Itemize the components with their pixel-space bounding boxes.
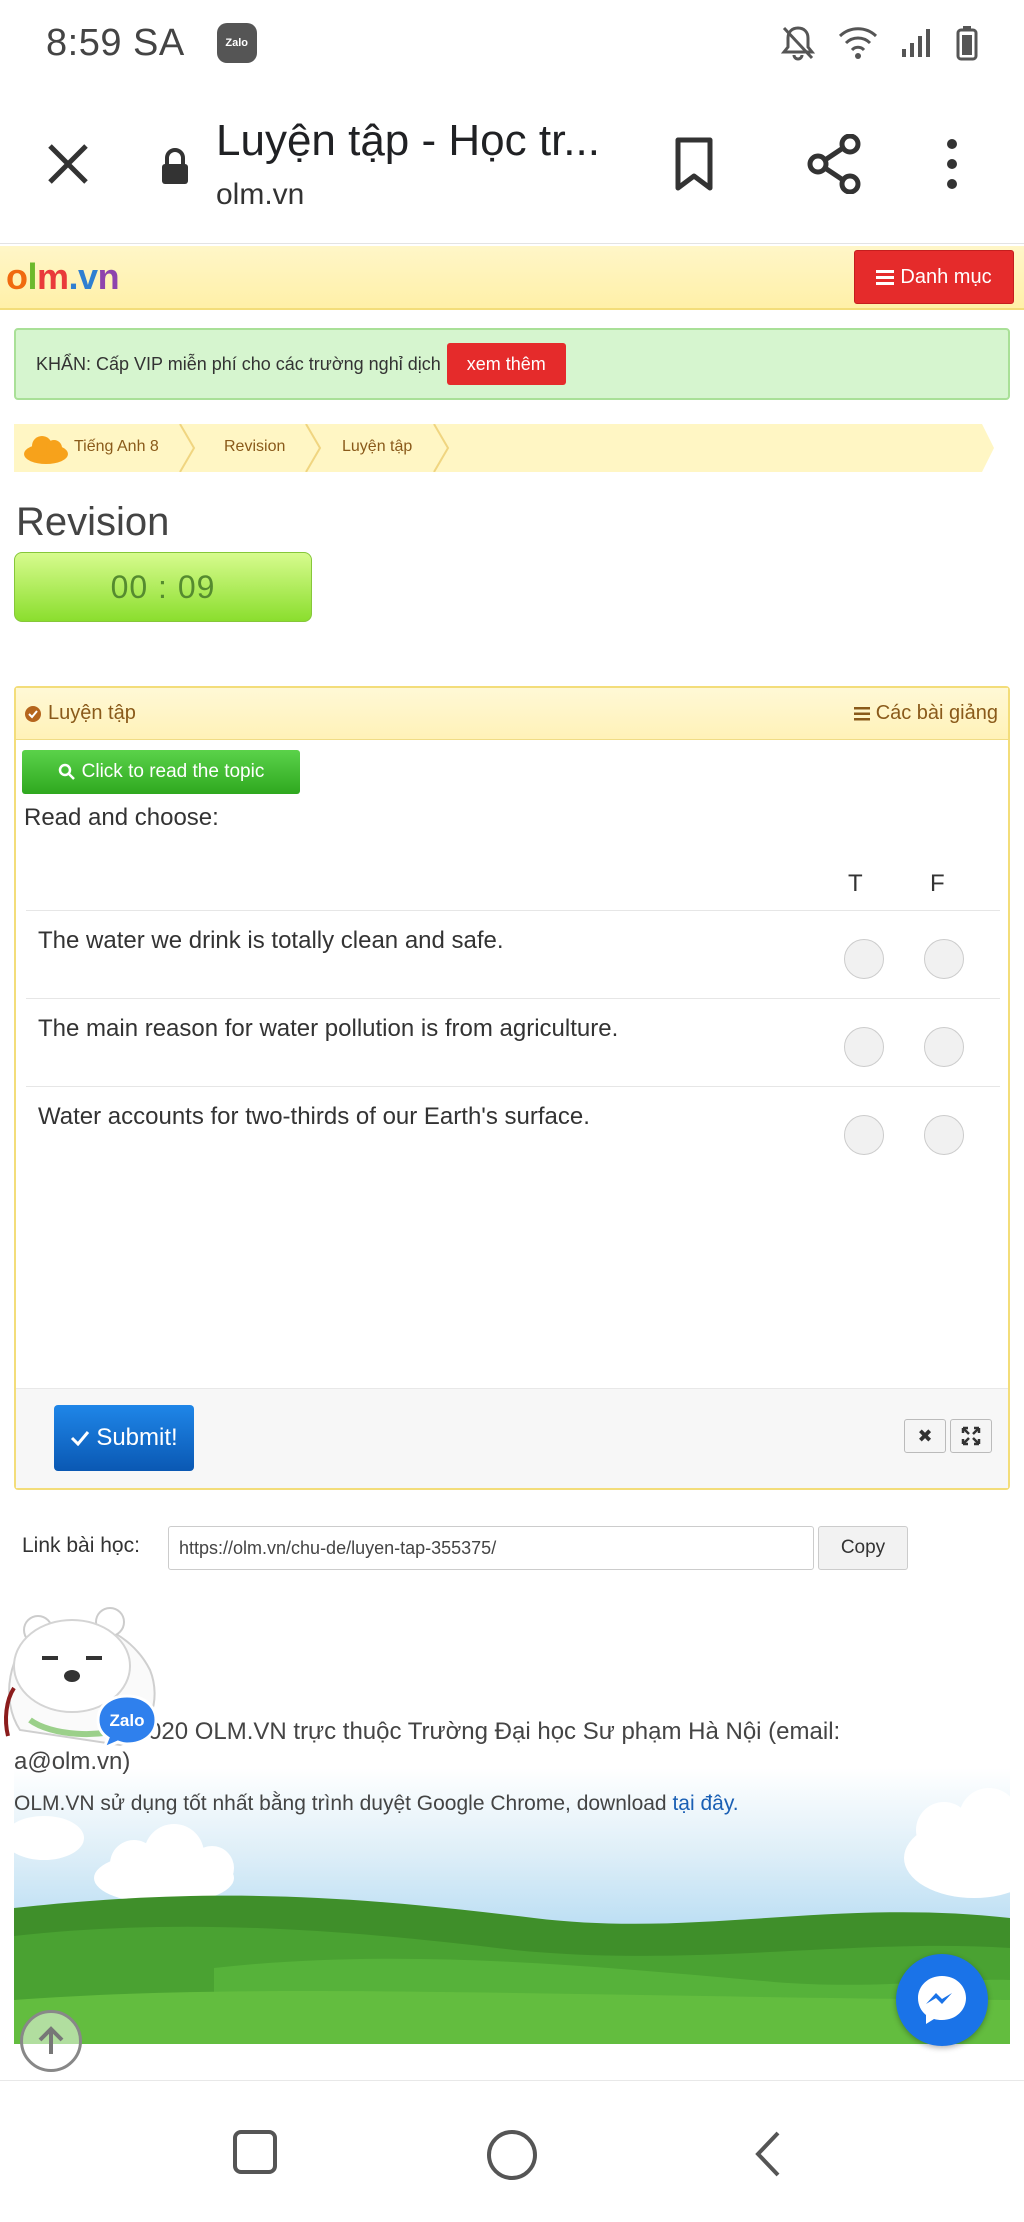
see-more-button[interactable]: xem thêm (446, 343, 566, 385)
column-header-true: T (848, 870, 863, 897)
copyright-text: 020 OLM.VN trực thuộc Trường Đại học Sư … (148, 1718, 841, 1745)
question-text: The main reason for water pollution is f… (38, 1015, 619, 1042)
browser-recommendation-text: OLM.VN sử dụng tốt nhất bằng trình duyệt… (14, 1792, 673, 1815)
arrow-up-icon (38, 2026, 64, 2054)
question-row: Water accounts for two-thirds of our Ear… (26, 1086, 1000, 1174)
close-icon[interactable]: ✖ (904, 1419, 946, 1453)
back-icon[interactable] (750, 2127, 786, 2181)
list-icon (876, 270, 895, 285)
copyright-email: a@olm.vn) (14, 1748, 131, 1775)
radio-false[interactable] (924, 939, 964, 979)
page-title: Revision (16, 500, 170, 544)
breadcrumb-item-topic[interactable]: Revision (224, 438, 285, 456)
lectures-link-label: Các bài giảng (875, 702, 998, 724)
breadcrumb-item-subject[interactable]: Tiếng Anh 8 (74, 438, 159, 456)
radio-false[interactable] (924, 1115, 964, 1155)
site-header: olm.vn Danh mục (0, 246, 1024, 310)
read-topic-button[interactable]: Click to read the topic (22, 750, 300, 794)
status-bar: 8:59 SA Zalo (0, 0, 1024, 86)
question-text: The water we drink is totally clean and … (38, 927, 504, 954)
menu-button[interactable]: Danh mục (854, 250, 1014, 304)
home-icon[interactable] (484, 2127, 540, 2183)
practice-tab[interactable]: Luyện tập (24, 702, 136, 725)
alert-text: KHẨN: Cấp VIP miễn phí cho các trường ng… (36, 353, 441, 374)
copy-link-button[interactable]: Copy (818, 1526, 908, 1570)
list-icon (853, 706, 870, 720)
status-time: 8:59 SA (46, 21, 185, 64)
share-icon[interactable] (806, 134, 862, 194)
bell-off-icon (780, 26, 816, 61)
bookmark-icon[interactable] (672, 136, 716, 192)
countdown-timer: 00 : 09 (14, 552, 312, 622)
practice-tab-label: Luyện tập (48, 702, 136, 724)
browser-recommendation: OLM.VN sử dụng tốt nhất bằng trình duyệt… (14, 1792, 739, 1816)
radio-true[interactable] (844, 939, 884, 979)
breadcrumb-item-current[interactable]: Luyện tập (342, 438, 412, 456)
read-topic-label: Click to read the topic (81, 761, 265, 782)
submit-label: Submit! (96, 1424, 178, 1451)
breadcrumb: Tiếng Anh 8 Revision Luyện tập (14, 424, 994, 472)
question-row: The main reason for water pollution is f… (26, 998, 1000, 1086)
question-instructions: Read and choose: (24, 804, 219, 831)
signal-icon (902, 29, 930, 57)
menu-button-label: Danh mục (900, 265, 992, 288)
lesson-link-label: Link bài học: (22, 1534, 140, 1557)
wifi-icon (838, 27, 878, 59)
download-chrome-link[interactable]: tại đây. (672, 1792, 738, 1815)
recent-apps-icon[interactable] (230, 2127, 280, 2177)
browser-page-title[interactable]: Luyện tập - Học tr... (216, 116, 600, 166)
check-circle-icon (25, 705, 41, 722)
scroll-to-top-button[interactable] (20, 2010, 82, 2072)
lock-icon (162, 148, 188, 184)
check-icon (71, 1431, 90, 1446)
radio-false[interactable] (924, 1027, 964, 1067)
column-header-false: F (930, 870, 945, 897)
panel-header: Luyện tập Các bài giảng (16, 688, 1008, 740)
olm-logo[interactable]: olm.vn (6, 256, 120, 298)
more-options-icon[interactable] (942, 136, 962, 192)
android-navigation-bar (0, 2080, 1024, 2222)
fullscreen-icon[interactable] (950, 1419, 992, 1453)
radio-true[interactable] (844, 1027, 884, 1067)
zalo-label: Zalo (110, 1711, 145, 1730)
expand-arrows-icon (961, 1426, 981, 1446)
search-icon (58, 763, 75, 780)
radio-true[interactable] (844, 1115, 884, 1155)
submit-button[interactable]: Submit! (54, 1405, 194, 1471)
zalo-chat-icon[interactable]: Zalo (94, 1692, 160, 1752)
close-icon[interactable] (40, 136, 96, 192)
question-row: The water we drink is totally clean and … (26, 910, 1000, 998)
status-icons (780, 24, 978, 62)
zalo-notification-icon: Zalo (216, 23, 257, 63)
question-text: Water accounts for two-thirds of our Ear… (38, 1103, 590, 1130)
messenger-icon (918, 1976, 966, 2024)
exercise-panel: Luyện tập Các bài giảng Click to read th… (14, 686, 1010, 1490)
browser-url[interactable]: olm.vn (216, 178, 304, 212)
panel-footer: Submit! ✖ (16, 1388, 1008, 1488)
messenger-chat-button[interactable] (896, 1954, 988, 2046)
battery-icon (956, 26, 978, 61)
lesson-link-field[interactable]: https://olm.vn/chu-de/luyen-tap-355375/ (168, 1526, 814, 1570)
lectures-link[interactable]: Các bài giảng (853, 702, 998, 725)
browser-toolbar: Luyện tập - Học tr... olm.vn (0, 86, 1024, 244)
breadcrumb-background (14, 424, 994, 472)
vip-alert-banner: KHẨN: Cấp VIP miễn phí cho các trường ng… (14, 328, 1010, 400)
